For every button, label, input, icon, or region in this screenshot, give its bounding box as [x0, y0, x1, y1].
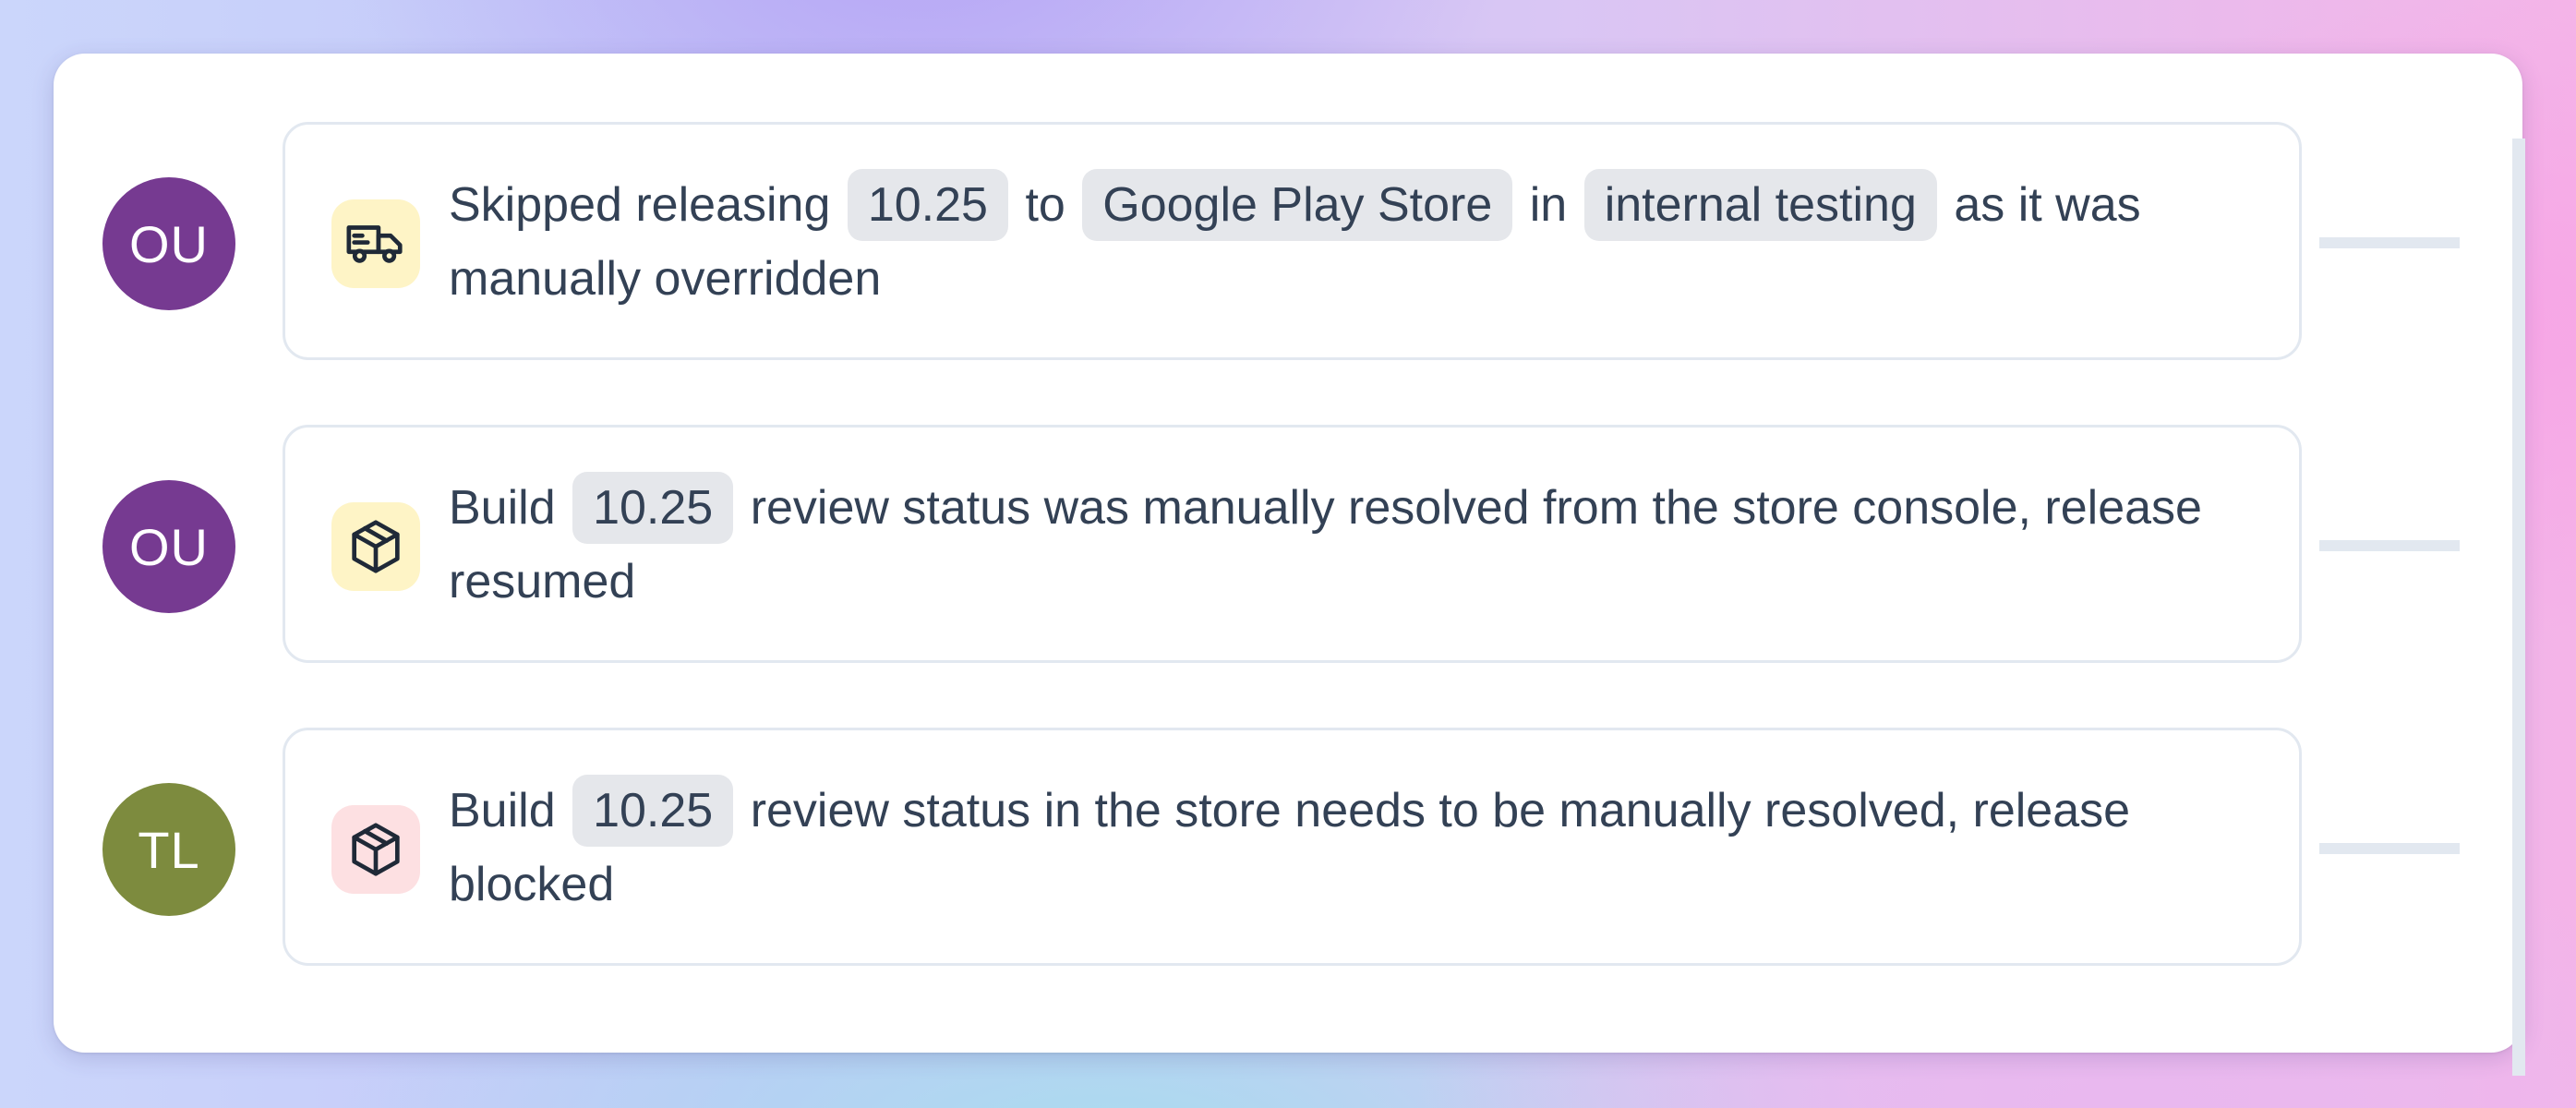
event-text-part: Skipped releasing: [449, 178, 831, 232]
event-message: Build 10.25 review status in the store n…: [449, 774, 2258, 921]
delivery-truck-icon: [331, 199, 420, 288]
event-card: Build 10.25 review status was manually r…: [283, 425, 2302, 663]
timeline-connector: [2319, 237, 2460, 248]
package-box-icon: [331, 805, 420, 894]
avatar[interactable]: OU: [102, 177, 235, 310]
timeline-event: OU Skipped releasing 10.25 to Google Pla…: [0, 122, 2576, 364]
event-message: Skipped releasing 10.25 to Google Play S…: [449, 168, 2258, 316]
event-text-part: Build: [449, 481, 556, 535]
avatar[interactable]: TL: [102, 783, 235, 916]
timeline-event: OU Build 10.25 review status was manuall…: [0, 425, 2576, 667]
timeline-connector: [2319, 843, 2460, 854]
store-chip[interactable]: Google Play Store: [1082, 169, 1513, 241]
timeline-connector: [2319, 540, 2460, 551]
event-text-part: Build: [449, 784, 556, 837]
version-chip[interactable]: 10.25: [847, 169, 1008, 241]
package-box-icon: [331, 502, 420, 591]
event-text-part: in: [1529, 178, 1568, 232]
event-message: Build 10.25 review status was manually r…: [449, 471, 2258, 619]
track-chip[interactable]: internal testing: [1583, 169, 1937, 241]
timeline-event: TL Build 10.25 review status in the stor…: [0, 728, 2576, 970]
event-text-part: to: [1025, 178, 1065, 232]
avatar[interactable]: OU: [102, 480, 235, 613]
version-chip[interactable]: 10.25: [572, 775, 734, 847]
event-card: Skipped releasing 10.25 to Google Play S…: [283, 122, 2302, 360]
version-chip[interactable]: 10.25: [572, 472, 734, 544]
event-card: Build 10.25 review status in the store n…: [283, 728, 2302, 966]
